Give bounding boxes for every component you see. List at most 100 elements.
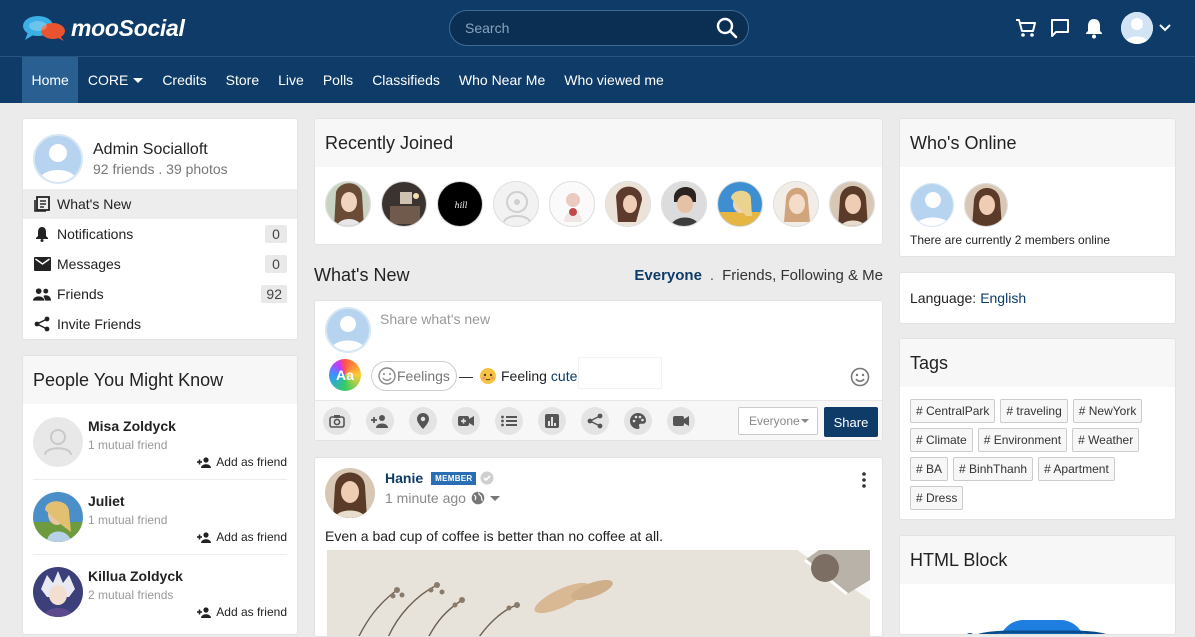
add-user-icon (197, 606, 212, 618)
member-badge: MEMBER (431, 471, 477, 485)
feeling-value[interactable]: cute (551, 368, 577, 384)
nav-who-viewed-me[interactable]: Who viewed me (555, 57, 674, 103)
feed-filter: Everyone . Friends, Following & Me (634, 267, 883, 284)
search-input[interactable] (450, 20, 700, 36)
site-logo[interactable]: mooSocial (22, 12, 185, 44)
tag[interactable]: # BA (910, 457, 949, 481)
tag[interactable]: # BinhThanh (953, 457, 1034, 481)
tag[interactable]: # NewYork (1072, 399, 1143, 423)
avatar[interactable] (33, 492, 83, 542)
status-input[interactable]: Share what's new (380, 311, 490, 327)
card-header: People You Might Know (23, 356, 297, 404)
globe-icon[interactable] (471, 491, 485, 505)
location-pin-icon[interactable] (409, 406, 437, 435)
post-image[interactable] (327, 550, 870, 636)
add-user-icon (197, 456, 212, 468)
language-select[interactable]: English (980, 290, 1026, 306)
poll-chart-icon[interactable] (538, 406, 566, 435)
feelings-button[interactable]: Feelings (371, 361, 457, 391)
list-icon[interactable] (495, 406, 523, 435)
filter-friends-following[interactable]: Friends, Following & Me (722, 267, 883, 284)
person-name[interactable]: Killua Zoldyck (88, 568, 183, 584)
person-name[interactable]: Juliet (88, 493, 167, 509)
feeling-text-input[interactable] (578, 357, 662, 389)
tag[interactable]: # traveling (1000, 399, 1068, 423)
avatar[interactable] (33, 417, 83, 467)
avatar[interactable] (829, 181, 875, 227)
nav-credits[interactable]: Credits (153, 57, 216, 103)
whats-new-header: What's New Everyone . Friends, Following… (314, 262, 883, 288)
avatar[interactable] (661, 181, 707, 227)
search-icon[interactable] (716, 17, 738, 39)
caret-down-icon[interactable] (489, 495, 500, 501)
notifications-bell-icon[interactable] (1077, 11, 1111, 45)
nav-core[interactable]: CORE (78, 57, 152, 103)
add-friend-button[interactable]: Add as friend (197, 605, 287, 619)
menu-whats-new[interactable]: What's New (23, 189, 297, 219)
list-item: Juliet 1 mutual friend Add as friend (23, 479, 297, 554)
emoji-picker-icon[interactable] (850, 367, 870, 387)
post-time[interactable]: 1 minute ago (385, 490, 466, 506)
tag-cloud: # CentralPark # traveling # NewYork # Cl… (900, 387, 1175, 510)
nav-who-near-me[interactable]: Who Near Me (449, 57, 554, 103)
filter-everyone[interactable]: Everyone (634, 267, 702, 284)
menu-friends[interactable]: Friends 92 (23, 279, 297, 309)
palette-icon[interactable] (624, 406, 652, 435)
add-friend-label: Add as friend (216, 605, 287, 619)
profile-avatar[interactable] (33, 134, 83, 184)
tag[interactable]: # Climate (910, 428, 973, 452)
avatar[interactable]: hill (437, 181, 483, 227)
nav-classifieds[interactable]: Classifieds (363, 57, 450, 103)
avatar[interactable] (381, 181, 427, 227)
verified-check-icon (480, 471, 494, 485)
menu-messages[interactable]: Messages 0 (23, 249, 297, 279)
tag[interactable]: # CentralPark (910, 399, 996, 423)
nav-store[interactable]: Store (216, 57, 268, 103)
avatar[interactable] (33, 567, 83, 617)
menu-label: Friends (57, 286, 104, 302)
privacy-select[interactable]: Everyone (738, 407, 818, 435)
text-style-button[interactable]: Aa (329, 359, 361, 391)
menu-notifications[interactable]: Notifications 0 (23, 219, 297, 249)
share-link-icon[interactable] (581, 406, 609, 435)
add-friend-label: Add as friend (216, 455, 287, 469)
whos-online-card: Who's Online There are currently 2 membe… (899, 118, 1176, 257)
cart-icon[interactable] (1009, 11, 1043, 45)
tag-friends-icon[interactable] (366, 406, 394, 435)
tag[interactable]: # Environment (977, 428, 1068, 452)
avatar[interactable] (549, 181, 595, 227)
add-friend-button[interactable]: Add as friend (197, 455, 287, 469)
avatar[interactable] (773, 181, 819, 227)
account-menu[interactable] (1121, 12, 1173, 44)
profile-name[interactable]: Admin Socialloft (93, 141, 228, 159)
more-options-icon[interactable] (862, 472, 866, 488)
nav-home[interactable]: Home (22, 57, 79, 103)
messages-icon[interactable] (1043, 11, 1077, 45)
camera-icon[interactable] (323, 406, 351, 435)
video-add-icon[interactable] (452, 406, 480, 435)
avatar[interactable] (964, 183, 1008, 227)
composer-avatar (325, 307, 371, 353)
person-name[interactable]: Misa Zoldyck (88, 418, 176, 434)
avatar[interactable] (493, 181, 539, 227)
menu-invite-friends[interactable]: Invite Friends (23, 309, 297, 339)
post-author-avatar[interactable] (325, 468, 375, 518)
friends-count: 92 (261, 285, 287, 303)
nav-live[interactable]: Live (269, 57, 314, 103)
tag[interactable]: # Weather (1072, 428, 1140, 452)
avatar[interactable] (910, 183, 954, 227)
avatar[interactable] (605, 181, 651, 227)
privacy-value: Everyone (749, 414, 800, 428)
add-friend-button[interactable]: Add as friend (197, 530, 287, 544)
chat-bubbles-logo-icon (23, 16, 65, 41)
tag[interactable]: # Apartment (1038, 457, 1115, 481)
live-video-icon[interactable] (667, 406, 695, 435)
tag[interactable]: # Dress (910, 486, 964, 510)
share-button[interactable]: Share (824, 407, 878, 437)
card-header: Recently Joined (315, 119, 882, 167)
nav-polls[interactable]: Polls (313, 57, 362, 103)
filter-separator: . (709, 266, 715, 284)
post-author-name[interactable]: Hanie (385, 470, 423, 486)
avatar[interactable] (717, 181, 763, 227)
avatar[interactable] (325, 181, 371, 227)
